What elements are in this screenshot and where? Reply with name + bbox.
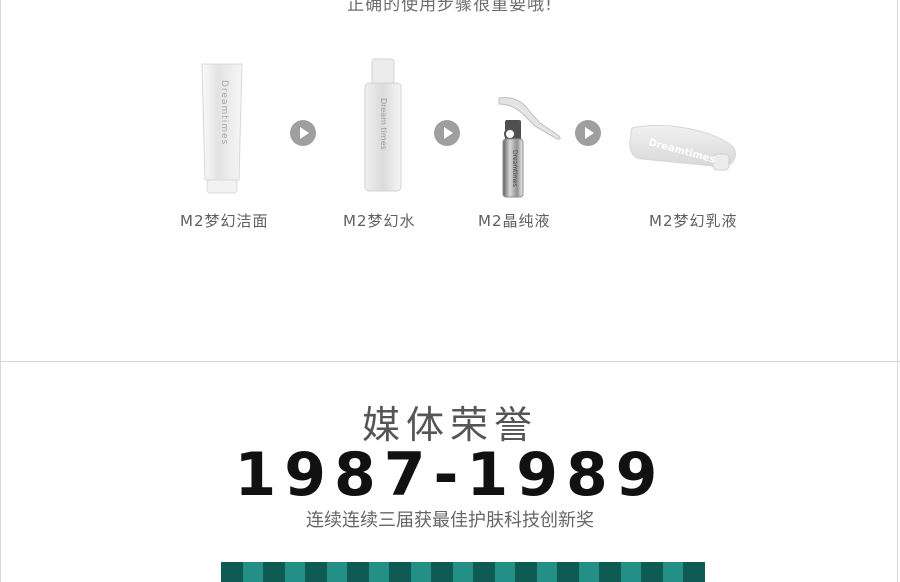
- award-image-strip: [221, 562, 705, 582]
- product-toner-bottle: Dream times: [362, 58, 404, 202]
- usage-steps-row: Dreamtimes M2梦幻洁面 Dream times M2梦幻水 Drea…: [0, 50, 900, 240]
- lotion-tube-icon: Dreamtimes: [629, 125, 736, 171]
- serum-bottle-icon: Dreamtimes: [498, 97, 561, 198]
- step-label-lotion: M2梦幻乳液: [649, 212, 738, 230]
- next-step-arrow-icon: [290, 120, 316, 146]
- next-step-arrow-icon: [575, 120, 601, 146]
- step-label-serum: M2晶纯液: [478, 212, 551, 230]
- product-serum-dropper: Dreamtimes: [495, 94, 565, 210]
- product-text: Dream times: [379, 98, 388, 150]
- step-label-cleanser: M2梦幻洁面: [180, 212, 269, 230]
- step-label-toner: M2梦幻水: [343, 212, 416, 230]
- section-divider: [0, 361, 900, 362]
- usage-steps-heading: 正确的使用步骤很重要哦!: [347, 0, 553, 15]
- next-step-arrow-icon: [434, 120, 460, 146]
- toner-bottle-icon: Dream times: [364, 58, 402, 192]
- product-lotion-tube: Dreamtimes: [628, 120, 738, 194]
- product-text: Dreamtimes: [219, 80, 229, 145]
- award-years: 1987-1989: [234, 440, 666, 510]
- product-text: Dreamtimes: [511, 150, 518, 187]
- award-description: 连续连续三届获最佳护肤科技创新奖: [306, 510, 594, 531]
- product-cleanser-tube: Dreamtimes: [198, 62, 246, 201]
- cleanser-tube-icon: Dreamtimes: [201, 63, 243, 194]
